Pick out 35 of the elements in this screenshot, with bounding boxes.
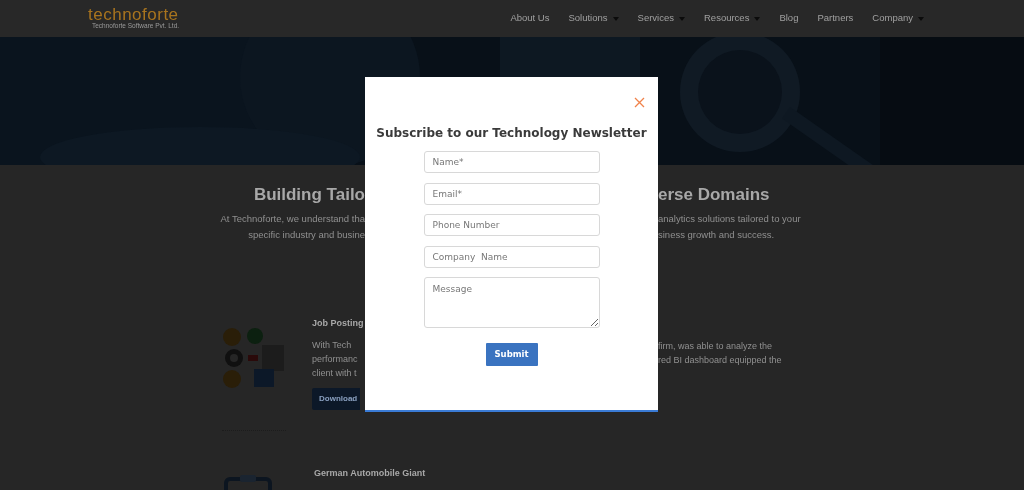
nav-dropdown[interactable]: Company xyxy=(872,11,924,26)
case-study-line: performanc xyxy=(312,352,359,366)
input-field[interactable]: Phone Number xyxy=(423,214,600,237)
submit-button[interactable]: Submit xyxy=(485,343,538,367)
input-field[interactable]: Name* xyxy=(423,151,600,174)
nav-dropdown[interactable]: Services xyxy=(637,11,685,26)
section-heading: erse Domains xyxy=(658,185,771,205)
input-field[interactable]: Company Name xyxy=(423,245,600,268)
caret-icon xyxy=(918,16,924,21)
nav-link[interactable]: Blog xyxy=(779,11,799,26)
close-icon[interactable] xyxy=(634,97,645,108)
clipboard-icon xyxy=(224,474,272,490)
dialog-title: Subscribe to our Technology Newsletter xyxy=(375,126,648,141)
caret-icon xyxy=(612,16,619,21)
paragraph-line: specific industry and busine xyxy=(247,228,365,242)
case-study-line: client with t xyxy=(312,366,358,380)
paragraph-line: At Technoforte, we understand tha xyxy=(219,212,365,226)
input-field[interactable]: Email* xyxy=(423,182,600,205)
case-study-title: Job Posting xyxy=(312,317,364,330)
nav-dropdown[interactable]: Resources xyxy=(704,11,761,26)
download-button[interactable]: Download xyxy=(312,387,360,410)
nav-link[interactable]: About Us xyxy=(510,11,550,26)
paragraph-line: siness growth and success. xyxy=(658,228,776,242)
case-study-line: With Tech xyxy=(312,338,353,352)
caret-icon xyxy=(679,16,685,21)
caret-icon xyxy=(754,16,761,21)
case-study-line: firm, was able to analyze the xyxy=(658,340,774,353)
nav-dropdown[interactable]: Solutions xyxy=(568,11,619,26)
nav-link[interactable]: Partners xyxy=(817,11,854,26)
logo-text[interactable]: technoforte xyxy=(88,7,180,22)
case-study-title: German Automobile Giant xyxy=(314,466,426,480)
section-heading: Building Tailo xyxy=(252,185,365,205)
case-study-line: red BI dashboard equipped the xyxy=(658,354,783,367)
paragraph-line: analytics solutions tailored to your xyxy=(658,212,802,226)
message-field[interactable]: Message xyxy=(423,277,600,329)
